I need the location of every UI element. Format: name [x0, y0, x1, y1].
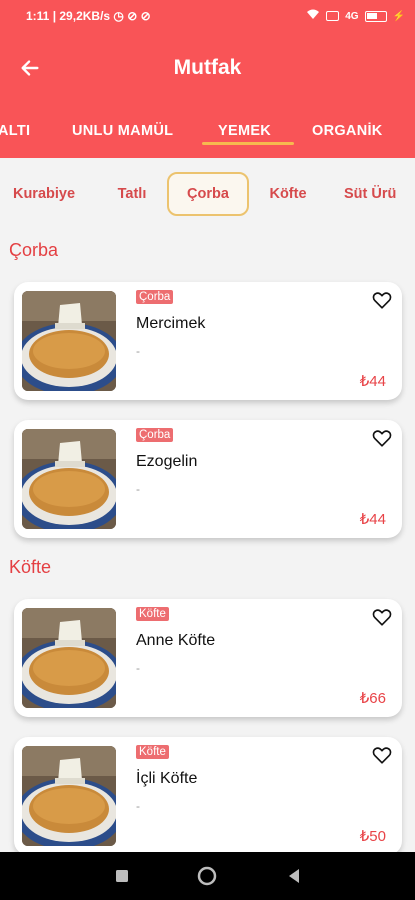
sim-icon: [326, 11, 340, 21]
item-description: -: [136, 661, 140, 675]
heart-outline-icon: [372, 747, 392, 764]
menu-item-card[interactable]: Çorba Ezogelin - ₺44: [14, 420, 402, 538]
item-description: -: [136, 344, 140, 358]
item-name: Ezogelin: [136, 453, 198, 470]
recents-button[interactable]: [110, 864, 134, 888]
status-bar: 1:11 | 29,2KB/s ◷ ⊘ ⊘ 4G ⚡: [0, 0, 415, 32]
tab-kahvalti[interactable]: ALTI: [0, 123, 30, 139]
back-nav-button[interactable]: [282, 864, 306, 888]
subcategory-chips: Kurabiye Tatlı Çorba Köfte Süt Ürü: [0, 158, 415, 232]
battery-icon: [364, 10, 387, 22]
status-icons: 4G ⚡: [306, 9, 405, 23]
category-badge: Köfte: [136, 745, 169, 759]
item-description: -: [136, 482, 140, 496]
chip-kurabiye[interactable]: Kurabiye: [4, 172, 84, 216]
category-badge: Çorba: [136, 290, 174, 304]
menu-item-card[interactable]: Köfte Anne Köfte - ₺66: [14, 599, 402, 717]
system-nav-bar: [0, 852, 415, 900]
chip-kofte[interactable]: Köfte: [258, 172, 318, 216]
item-name: Mercimek: [136, 315, 206, 332]
square-icon: [116, 870, 128, 882]
heart-outline-icon: [372, 292, 392, 309]
menu-item-card[interactable]: Köfte İçli Köfte - ₺50: [14, 737, 402, 855]
status-left-text: 1:11 | 29,2KB/s ◷ ⊘ ⊘: [26, 9, 151, 23]
item-price: ₺50: [359, 828, 386, 845]
tab-organik[interactable]: ORGANİK: [312, 123, 383, 139]
heart-outline-icon: [372, 430, 392, 447]
chip-tatli[interactable]: Tatlı: [104, 172, 160, 216]
chip-corba[interactable]: Çorba: [167, 172, 249, 216]
favorite-button[interactable]: [371, 289, 393, 311]
active-tab-indicator: [202, 142, 294, 145]
item-name: İçli Köfte: [136, 770, 198, 787]
app-bar: Mutfak: [0, 32, 415, 104]
menu-item-card[interactable]: Çorba Mercimek - ₺44: [14, 282, 402, 400]
page-title: Mutfak: [173, 56, 242, 79]
chip-sut-urunleri[interactable]: Süt Ürü: [338, 172, 415, 216]
network-label: 4G: [345, 10, 359, 22]
tab-unlu-mamul[interactable]: UNLU MAMÜL: [72, 123, 173, 139]
favorite-button[interactable]: [371, 606, 393, 628]
food-thumbnail: [22, 608, 116, 708]
wifi-icon: [306, 9, 320, 23]
favorite-button[interactable]: [371, 744, 393, 766]
category-badge: Köfte: [136, 607, 169, 621]
tab-yemek[interactable]: YEMEK: [218, 123, 271, 139]
item-price: ₺44: [359, 373, 386, 390]
food-thumbnail: [22, 291, 116, 391]
section-title-kofte: Köfte: [9, 557, 52, 577]
item-description: -: [136, 799, 140, 813]
charging-icon: ⚡: [392, 10, 405, 22]
triangle-icon: [289, 869, 299, 883]
item-name: Anne Köfte: [136, 632, 216, 649]
item-price: ₺66: [359, 690, 386, 707]
food-thumbnail: [22, 746, 116, 846]
favorite-button[interactable]: [371, 427, 393, 449]
section-title-corba: Çorba: [9, 240, 59, 260]
category-badge: Çorba: [136, 428, 174, 442]
category-tabs: ALTI UNLU MAMÜL YEMEK ORGANİK: [0, 104, 415, 158]
item-price: ₺44: [359, 511, 386, 528]
heart-outline-icon: [372, 609, 392, 626]
circle-icon: [197, 866, 217, 886]
food-thumbnail: [22, 429, 116, 529]
home-button[interactable]: [195, 864, 219, 888]
